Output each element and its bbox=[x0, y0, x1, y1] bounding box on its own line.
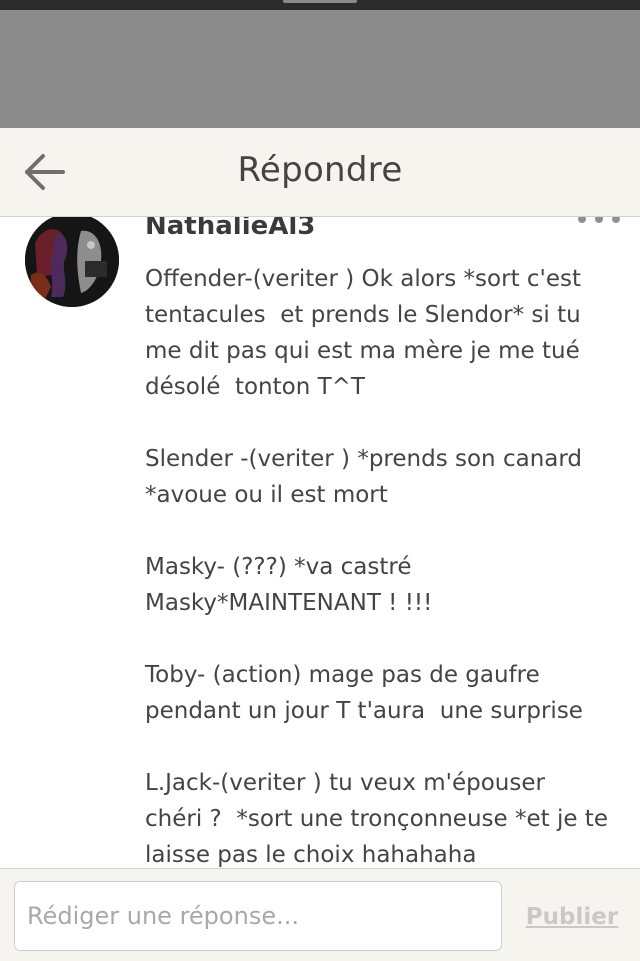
message-line: L.Jack-(veriter ) tu veux m'épouser bbox=[145, 770, 545, 796]
message-line: Masky*MAINTENANT ! !!! bbox=[145, 590, 433, 616]
reply-header: Répondre bbox=[0, 128, 640, 217]
more-dots-icon-dot bbox=[612, 217, 620, 223]
drag-handle bbox=[283, 0, 357, 3]
comment-message: Offender-(veriter ) Ok alors *sort c'est… bbox=[145, 261, 615, 868]
comment-content: NathalieAl3 Offender-(veriter ) Ok alors… bbox=[0, 217, 640, 868]
message-line: Toby- (action) mage pas de gaufre bbox=[145, 662, 540, 688]
user-avatar bbox=[25, 217, 119, 307]
more-dots-icon bbox=[578, 217, 586, 223]
more-dots-icon-dot bbox=[595, 217, 603, 223]
reply-input[interactable] bbox=[14, 881, 502, 951]
publish-button[interactable]: Publier bbox=[520, 899, 624, 935]
message-line: désolé tonton T^T bbox=[145, 374, 365, 400]
comment-username[interactable]: NathalieAl3 bbox=[145, 217, 315, 241]
message-line: tentacules et prends le Slendor* si tu bbox=[145, 302, 581, 328]
more-options-button[interactable] bbox=[578, 217, 620, 229]
message-line: Masky- (???) *va castré bbox=[145, 554, 412, 580]
message-line: *avoue ou il est mort bbox=[145, 482, 388, 508]
top-status-strip bbox=[0, 0, 640, 10]
message-line: chéri ? *sort une tronçonneuse *et je te bbox=[145, 806, 608, 832]
message-line: laisse pas le choix hahahaha bbox=[145, 842, 477, 868]
message-line: Slender -(veriter ) *prends son canard bbox=[145, 446, 583, 472]
message-line: Offender-(veriter ) Ok alors *sort c'est bbox=[145, 266, 582, 292]
avatar[interactable] bbox=[25, 217, 119, 307]
reply-bar: Publier bbox=[0, 868, 640, 961]
page-title: Répondre bbox=[237, 150, 403, 190]
message-line: me dit pas qui est ma mère je me tué bbox=[145, 338, 580, 364]
background-overlay[interactable] bbox=[0, 10, 640, 128]
message-line: pendant un jour T t'aura une surprise bbox=[145, 698, 583, 724]
